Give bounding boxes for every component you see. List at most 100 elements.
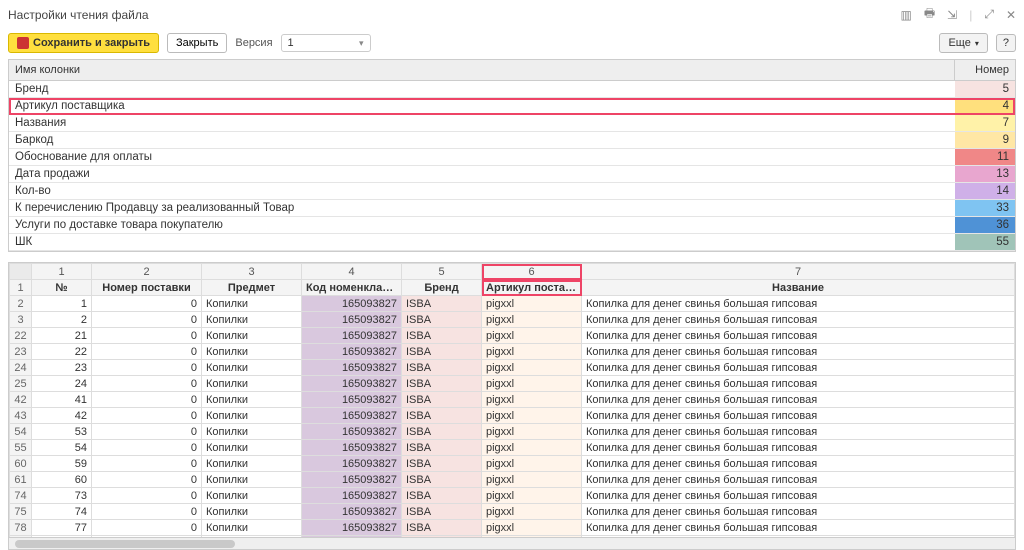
cell[interactable]: 165093827 bbox=[302, 408, 402, 424]
cell[interactable]: ISBA bbox=[402, 456, 482, 472]
row-number[interactable]: 42 bbox=[10, 392, 32, 408]
cell[interactable]: ISBA bbox=[402, 376, 482, 392]
table-row[interactable]: 78770Копилки165093827ISBApigxxlКопилка д… bbox=[10, 520, 1015, 536]
row-number[interactable]: 43 bbox=[10, 408, 32, 424]
cell[interactable]: 54 bbox=[32, 440, 92, 456]
row-number[interactable]: 3 bbox=[10, 312, 32, 328]
cell[interactable]: 165093827 bbox=[302, 312, 402, 328]
cell[interactable]: 0 bbox=[92, 440, 202, 456]
cell[interactable]: 165093827 bbox=[302, 328, 402, 344]
table-row[interactable]: 23220Копилки165093827ISBApigxxlКопилка д… bbox=[10, 344, 1015, 360]
cell[interactable]: ISBA bbox=[402, 440, 482, 456]
cell[interactable]: Копилка для денег свинья большая гипсова… bbox=[582, 472, 1015, 488]
cell[interactable]: Копилка для денег свинья большая гипсова… bbox=[582, 488, 1015, 504]
mapping-row[interactable]: К перечислению Продавцу за реализованный… bbox=[9, 200, 1015, 217]
cell[interactable]: 0 bbox=[92, 408, 202, 424]
cell[interactable]: Копилка для денег свинья большая гипсова… bbox=[582, 376, 1015, 392]
cell[interactable]: 2 bbox=[32, 312, 92, 328]
header-name[interactable]: Имя колонки bbox=[9, 60, 955, 80]
cell[interactable]: 0 bbox=[92, 344, 202, 360]
cell[interactable]: 165093827 bbox=[302, 504, 402, 520]
cell[interactable]: ISBA bbox=[402, 328, 482, 344]
help-button[interactable]: ? bbox=[996, 34, 1016, 52]
cell[interactable]: ISBA bbox=[402, 424, 482, 440]
grid-corner[interactable] bbox=[10, 264, 32, 280]
cell[interactable]: 165093827 bbox=[302, 440, 402, 456]
mapping-row[interactable]: ШК55 bbox=[9, 234, 1015, 251]
column-number[interactable]: 1 bbox=[32, 264, 92, 280]
cell[interactable]: ISBA bbox=[402, 344, 482, 360]
column-header[interactable]: Код номенклатуры bbox=[302, 280, 402, 296]
cell[interactable]: Копилки bbox=[202, 456, 302, 472]
row-number[interactable]: 61 bbox=[10, 472, 32, 488]
row-number[interactable]: 60 bbox=[10, 456, 32, 472]
cell[interactable]: Копилка для денег свинья большая гипсова… bbox=[582, 392, 1015, 408]
cell[interactable]: pigxxl bbox=[482, 344, 582, 360]
cell[interactable]: pigxxl bbox=[482, 376, 582, 392]
cell[interactable]: Копилки bbox=[202, 424, 302, 440]
cell[interactable]: 41 bbox=[32, 392, 92, 408]
row-number[interactable]: 1 bbox=[10, 280, 32, 296]
table-row[interactable]: 22210Копилки165093827ISBApigxxlКопилка д… bbox=[10, 328, 1015, 344]
header-number[interactable]: Номер bbox=[955, 60, 1015, 80]
column-header[interactable]: Номер поставки bbox=[92, 280, 202, 296]
column-header[interactable]: № bbox=[32, 280, 92, 296]
cell[interactable]: ISBA bbox=[402, 472, 482, 488]
cell[interactable]: ISBA bbox=[402, 296, 482, 312]
cell[interactable]: 77 bbox=[32, 520, 92, 536]
cell[interactable]: Копилка для денег свинья большая гипсова… bbox=[582, 504, 1015, 520]
cell[interactable]: ISBA bbox=[402, 392, 482, 408]
cell[interactable]: Копилка для денег свинья большая гипсова… bbox=[582, 328, 1015, 344]
cell[interactable]: 165093827 bbox=[302, 488, 402, 504]
column-number[interactable]: 7 bbox=[582, 264, 1015, 280]
cell[interactable]: Копилка для денег свинья большая гипсова… bbox=[582, 424, 1015, 440]
cell[interactable]: 59 bbox=[32, 456, 92, 472]
mapping-row[interactable]: Кол-во14 bbox=[9, 183, 1015, 200]
cell[interactable]: 165093827 bbox=[302, 360, 402, 376]
cell[interactable]: Копилка для денег свинья большая гипсова… bbox=[582, 312, 1015, 328]
cell[interactable]: 0 bbox=[92, 296, 202, 312]
cell[interactable]: 60 bbox=[32, 472, 92, 488]
cell[interactable]: 22 bbox=[32, 344, 92, 360]
cell[interactable]: 0 bbox=[92, 488, 202, 504]
cell[interactable]: pigxxl bbox=[482, 296, 582, 312]
cell[interactable]: 165093827 bbox=[302, 472, 402, 488]
cell[interactable]: pigxxl bbox=[482, 392, 582, 408]
cell[interactable]: 0 bbox=[92, 328, 202, 344]
cell[interactable]: pigxxl bbox=[482, 328, 582, 344]
cell[interactable]: Копилки bbox=[202, 360, 302, 376]
cell[interactable]: 0 bbox=[92, 456, 202, 472]
cell[interactable]: Копилки bbox=[202, 328, 302, 344]
cell[interactable]: Копилки bbox=[202, 408, 302, 424]
cell[interactable]: Копилки bbox=[202, 344, 302, 360]
row-number[interactable]: 78 bbox=[10, 520, 32, 536]
cell[interactable]: ISBA bbox=[402, 488, 482, 504]
cell[interactable]: Копилки bbox=[202, 488, 302, 504]
row-number[interactable]: 55 bbox=[10, 440, 32, 456]
cell[interactable]: 165093827 bbox=[302, 296, 402, 312]
cell[interactable]: 0 bbox=[92, 424, 202, 440]
cell[interactable]: Копилка для денег свинья большая гипсова… bbox=[582, 408, 1015, 424]
cell[interactable]: 0 bbox=[92, 312, 202, 328]
cell[interactable]: pigxxl bbox=[482, 472, 582, 488]
scrollbar-thumb[interactable] bbox=[15, 540, 235, 548]
cell[interactable]: Копилка для денег свинья большая гипсова… bbox=[582, 344, 1015, 360]
column-header[interactable]: Предмет bbox=[202, 280, 302, 296]
table-row[interactable]: 210Копилки165093827ISBApigxxlКопилка для… bbox=[10, 296, 1015, 312]
column-header[interactable]: Название bbox=[582, 280, 1015, 296]
cell[interactable]: 74 bbox=[32, 504, 92, 520]
cell[interactable]: 0 bbox=[92, 504, 202, 520]
cell[interactable]: 165093827 bbox=[302, 376, 402, 392]
cell[interactable]: Копилки bbox=[202, 296, 302, 312]
column-header[interactable]: Артикул поставщика bbox=[482, 280, 582, 296]
row-number[interactable]: 22 bbox=[10, 328, 32, 344]
cell[interactable]: Копилки bbox=[202, 392, 302, 408]
cell[interactable]: pigxxl bbox=[482, 440, 582, 456]
cell[interactable]: ISBA bbox=[402, 504, 482, 520]
cell[interactable]: Копилки bbox=[202, 504, 302, 520]
row-number[interactable]: 54 bbox=[10, 424, 32, 440]
cell[interactable]: 165093827 bbox=[302, 392, 402, 408]
cell[interactable]: 42 bbox=[32, 408, 92, 424]
row-number[interactable]: 75 bbox=[10, 504, 32, 520]
cell[interactable]: Копилки bbox=[202, 312, 302, 328]
